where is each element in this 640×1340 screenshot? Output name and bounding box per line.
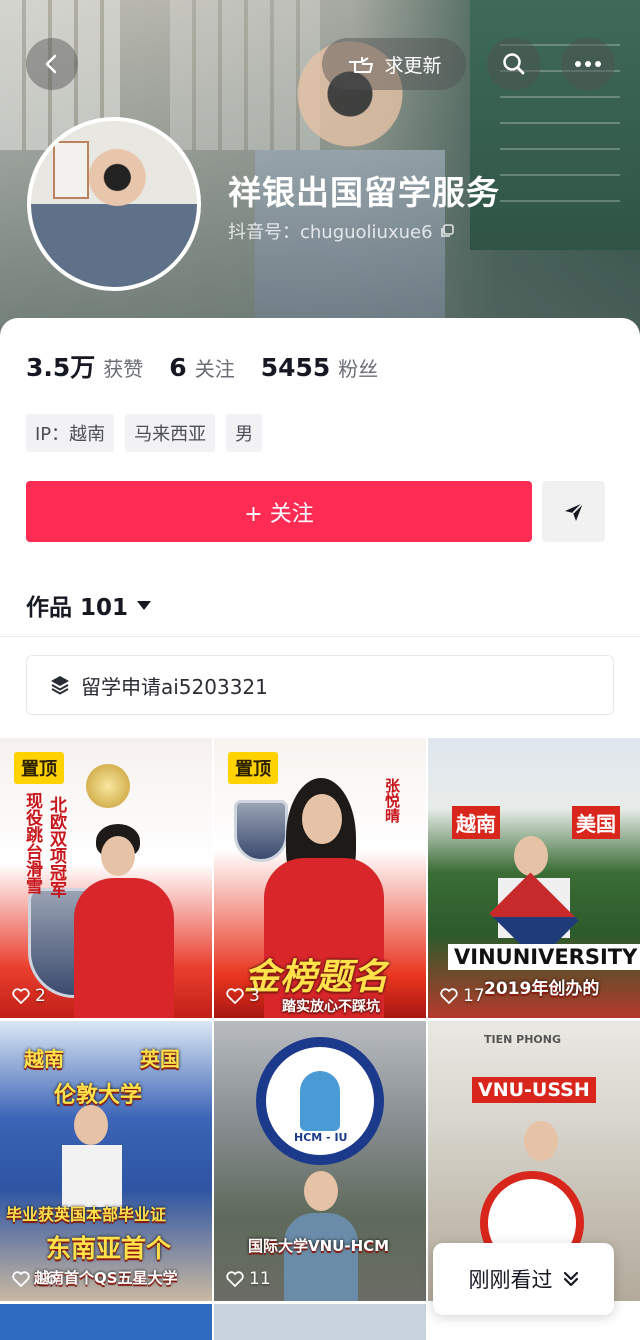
- stat-following[interactable]: 6 关注: [169, 353, 234, 382]
- profile-tags: IP：越南 马来西亚 男: [26, 414, 263, 452]
- like-count-value: 3: [249, 986, 260, 1006]
- video-caption: VNU-USSH: [472, 1077, 596, 1103]
- profile-id-text: 抖音号：chuguoliuxue6: [228, 222, 433, 243]
- like-count-value: 17: [463, 986, 485, 1006]
- person-face: [524, 1121, 558, 1161]
- works-tab-label: 作品 101: [26, 595, 129, 621]
- profile-name: 祥银出国留学服务: [228, 173, 500, 212]
- person-body: [74, 878, 174, 1018]
- stat-followers[interactable]: 5455 粉丝: [261, 353, 379, 382]
- search-button[interactable]: [487, 38, 541, 90]
- stat-value: 5455: [260, 353, 331, 382]
- person-face: [514, 836, 548, 876]
- avatar[interactable]: [27, 117, 201, 291]
- video-caption: 美国: [572, 806, 620, 839]
- stat-label: 关注: [194, 357, 235, 381]
- heart-icon: [12, 988, 30, 1004]
- video-tile[interactable]: 现役跳台滑雪 北欧双项冠军 置顶 2: [0, 738, 212, 1018]
- video-caption: 伦敦大学: [54, 1083, 143, 1108]
- like-count: 16: [12, 1269, 57, 1289]
- heart-icon: [12, 1271, 30, 1287]
- heart-icon: [226, 988, 244, 1004]
- like-count: 17: [440, 986, 485, 1006]
- request-update-label: 求更新: [384, 54, 442, 77]
- person-face: [304, 1171, 338, 1211]
- like-count: 3: [226, 986, 260, 1006]
- video-caption: VINUNIVERSITY: [448, 944, 640, 970]
- stat-label: 获赞: [103, 357, 144, 381]
- hand-point-icon: [349, 57, 374, 73]
- stat-likes[interactable]: 3.5万 获赞: [26, 348, 143, 384]
- person-face: [101, 836, 135, 876]
- video-caption: 金榜题名: [244, 957, 389, 998]
- like-count: 11: [226, 1269, 271, 1289]
- video-caption: 张悦晴: [383, 778, 401, 823]
- tag-ip: IP：越南: [26, 414, 115, 452]
- video-caption: 英国: [140, 1047, 180, 1071]
- divider: [0, 636, 640, 637]
- video-caption: 2019年创办的: [484, 979, 600, 999]
- follow-button[interactable]: + 关注: [26, 481, 532, 542]
- recently-viewed-label: 刚刚看过: [468, 1268, 553, 1292]
- tag-gender: 男: [226, 414, 263, 452]
- video-caption: 越南: [24, 1047, 64, 1071]
- back-button[interactable]: [26, 38, 78, 90]
- medal-graphic: [86, 764, 130, 808]
- logo-text: HCM - IU: [294, 1131, 348, 1144]
- video-tile[interactable]: [214, 1304, 426, 1340]
- person-shirt: [62, 1145, 122, 1207]
- video-caption: 东南亚首个: [46, 1234, 172, 1263]
- person-face: [74, 1105, 108, 1145]
- person-shirt: [284, 1213, 358, 1301]
- video-tile[interactable]: [0, 1304, 212, 1340]
- collection-bar[interactable]: 留学申请ai5203321: [26, 655, 614, 715]
- video-caption: 现役跳台滑雪: [22, 792, 42, 894]
- more-button[interactable]: [561, 38, 615, 90]
- layers-icon: [51, 676, 69, 695]
- shield-logo: [234, 800, 288, 862]
- tab-works[interactable]: 作品 101: [26, 588, 152, 622]
- send-icon: [564, 501, 584, 521]
- pinned-badge: 置顶: [228, 752, 278, 784]
- copy-icon: [440, 224, 454, 237]
- like-count-value: 16: [35, 1269, 57, 1289]
- video-caption: 踏实放心不踩坑: [282, 999, 380, 1015]
- video-caption: 北欧双项冠军: [46, 796, 66, 898]
- like-count: 2: [12, 986, 46, 1006]
- stat-label: 粉丝: [338, 357, 379, 381]
- chevron-left-icon: [45, 54, 57, 74]
- video-caption: 国际大学VNU-HCM: [248, 1237, 390, 1255]
- tag-location: 马来西亚: [125, 414, 216, 452]
- video-tile[interactable]: 张悦晴 金榜题名 踏实放心不踩坑 置顶 3: [214, 738, 426, 1018]
- video-caption: TIEN PHONG: [484, 1033, 561, 1046]
- video-caption: 越南: [452, 806, 500, 839]
- stat-value: 3.5万: [26, 353, 96, 382]
- profile-id[interactable]: 抖音号：chuguoliuxue6: [228, 218, 455, 244]
- request-update-button[interactable]: 求更新: [322, 38, 466, 90]
- message-button[interactable]: [542, 481, 605, 542]
- follow-label: + 关注: [244, 501, 314, 527]
- caret-down-icon: [137, 601, 152, 610]
- university-logo: [256, 1037, 384, 1165]
- heart-icon: [226, 1271, 244, 1287]
- double-chevron-down-icon: [563, 1271, 578, 1287]
- more-icon: [575, 61, 601, 67]
- stats-row: 3.5万 获赞 6 关注 5455 粉丝: [26, 348, 378, 384]
- pinned-badge: 置顶: [14, 752, 64, 784]
- video-tile[interactable]: HCM - IU 国际大学VNU-HCM 11: [214, 1021, 426, 1301]
- collection-label: 留学申请ai5203321: [81, 674, 268, 699]
- like-count-value: 11: [249, 1269, 271, 1289]
- like-count-value: 2: [35, 986, 46, 1006]
- video-tile[interactable]: 越南 英国 伦敦大学 毕业获英国本部毕业证 东南亚首个 越南首个QS五星大学 1…: [0, 1021, 212, 1301]
- video-caption: 毕业获英国本部毕业证: [6, 1205, 167, 1224]
- person-face: [302, 794, 342, 844]
- heart-icon: [440, 988, 458, 1004]
- stat-value: 6: [169, 353, 187, 382]
- video-tile[interactable]: 越南 美国 VINUNIVERSITY 2019年创办的 17: [428, 738, 640, 1018]
- search-icon: [503, 53, 525, 75]
- recently-viewed-button[interactable]: 刚刚看过: [433, 1243, 614, 1315]
